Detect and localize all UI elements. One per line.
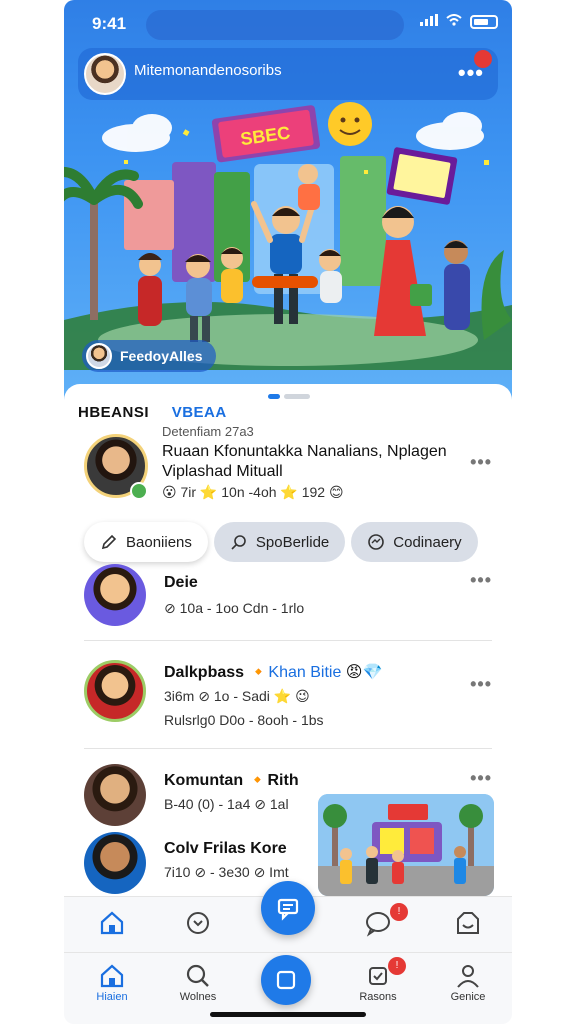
tab-search[interactable]: Wolnes — [158, 963, 238, 1003]
notification-badge — [474, 50, 492, 68]
hero-channel-chip[interactable]: FeedoyAlles — [82, 340, 217, 372]
search-icon — [186, 964, 209, 987]
tab-label: Hiaien — [96, 991, 128, 1003]
section-title-main: HBEANSI — [78, 404, 150, 421]
more-options-icon[interactable]: ••• — [470, 452, 492, 473]
pencil-icon — [101, 534, 117, 550]
create-button[interactable] — [261, 955, 311, 1005]
list-item-name: Deie — [164, 574, 198, 591]
home-indicator — [210, 1012, 366, 1017]
avatar[interactable] — [84, 564, 146, 626]
hero-section: 9:41 Mitemonandenosoribs ••• SBEC Feedoy… — [64, 0, 512, 400]
chip-search[interactable]: SpoBerlide — [213, 522, 346, 562]
section-title-accent: VBEAA — [171, 404, 227, 421]
list-item-name: Dalkpbass 🔸Khan Bitie 😡💎 — [164, 664, 383, 681]
compose-message-button[interactable] — [261, 881, 315, 935]
tab-label: Wolnes — [179, 991, 217, 1003]
notification-badge: ! — [388, 957, 406, 975]
search-icon — [231, 535, 246, 550]
divider — [84, 748, 492, 749]
inbox-icon — [457, 912, 479, 934]
divider — [84, 640, 492, 641]
avatar[interactable] — [84, 764, 146, 826]
secondary-toolbar: ! — [64, 881, 512, 952]
tab-chat-secondary[interactable]: ! — [338, 903, 418, 939]
home-icon — [100, 911, 124, 935]
avatar[interactable] — [84, 660, 146, 722]
featured-post[interactable]: Ruaan Kfonuntakka Nanalians, Nplagen Vip… — [78, 432, 498, 512]
list-item[interactable]: Dalkpbass 🔸Khan Bitie 😡💎 3i6m ⊘ 1o - Sad… — [84, 660, 492, 740]
online-badge — [130, 482, 148, 500]
tab-label: Rasons — [359, 991, 397, 1003]
home-icon — [100, 964, 124, 988]
floating-preview-card[interactable] — [318, 794, 494, 896]
more-options-icon[interactable]: ••• — [470, 768, 492, 789]
list-item-name: Komuntan 🔸Rith — [164, 772, 299, 789]
chip-compose[interactable]: Baoniiens — [84, 522, 208, 562]
list-item-name: Colv Frilas Kore — [164, 840, 287, 857]
tab-home-secondary[interactable] — [72, 909, 152, 939]
tab-home[interactable]: Hiaien — [72, 963, 152, 1003]
featured-meta: 😮 7ir ⭐ 10n -4oh ⭐ 192 😊 — [162, 484, 344, 500]
chip-chat[interactable]: Codinaery — [351, 522, 478, 562]
tab-profile[interactable]: Genice — [428, 963, 508, 1003]
message-icon — [277, 898, 299, 921]
phone-screen: 9:41 Mitemonandenosoribs ••• SBEC Feedoy… — [64, 0, 512, 1024]
featured-title: Ruaan Kfonuntakka Nanalians, Nplagen Vip… — [162, 443, 447, 480]
person-icon — [457, 965, 479, 988]
tab-inbox-secondary[interactable] — [428, 909, 508, 939]
list-item-meta-secondary: Rulsrlg0 D0o - 8ooh - 1bs — [164, 712, 324, 728]
hero-chip-label: FeedoyAlles — [120, 348, 203, 364]
list-item-meta: 7i10 ⊘ - 3e30 ⊘ Imt — [164, 864, 289, 880]
channel-avatar — [86, 343, 112, 369]
avatar[interactable] — [84, 832, 146, 894]
tab-refresh-secondary[interactable] — [158, 909, 238, 939]
filter-chips: Baoniiens SpoBerlide Codinaery — [84, 522, 478, 562]
signal-icon — [420, 14, 438, 29]
header-title: Mitemonandenosoribs — [134, 62, 282, 79]
dynamic-island — [146, 10, 404, 40]
section-title: HBEANSI VBEAA — [78, 404, 227, 421]
chip-label: SpoBerlide — [255, 533, 330, 551]
status-time: 9:41 — [92, 14, 127, 33]
page-indicator — [268, 394, 310, 399]
wifi-icon — [446, 14, 462, 29]
page-dot — [284, 394, 310, 399]
chip-label: Codinaery — [393, 533, 462, 551]
chat-icon — [368, 534, 385, 550]
battery-icon — [470, 14, 498, 29]
list-item-meta: ⊘ 10a - 1oo Cdn - 1rlo — [164, 600, 305, 616]
profile-header[interactable]: Mitemonandenosoribs ••• — [78, 48, 498, 100]
more-options-icon[interactable]: ••• — [470, 674, 492, 695]
list-item-meta: B-40 (0) - 1a4 ⊘ 1al — [164, 796, 289, 812]
tab-label: Genice — [450, 991, 486, 1003]
status-bar: 9:41 — [64, 0, 512, 44]
list-item[interactable]: Deie ⊘ 10a - 1oo Cdn - 1rlo ••• — [84, 564, 492, 634]
avatar[interactable] — [84, 53, 126, 95]
chip-label: Baoniiens — [126, 533, 192, 551]
hero-illustration: SBEC — [64, 102, 512, 370]
tab-notifications[interactable]: ! Rasons — [338, 957, 418, 1003]
refresh-chat-icon — [187, 912, 209, 934]
chat-bubble-icon — [366, 912, 390, 937]
more-options-icon[interactable]: ••• — [470, 570, 492, 591]
square-icon — [276, 970, 296, 990]
list-item-meta: 3i6m ⊘ 1o - Sadi ⭐ 😉 — [164, 688, 310, 704]
page-dot-active — [268, 394, 280, 399]
status-icons — [420, 14, 498, 29]
notification-badge: ! — [390, 903, 408, 921]
